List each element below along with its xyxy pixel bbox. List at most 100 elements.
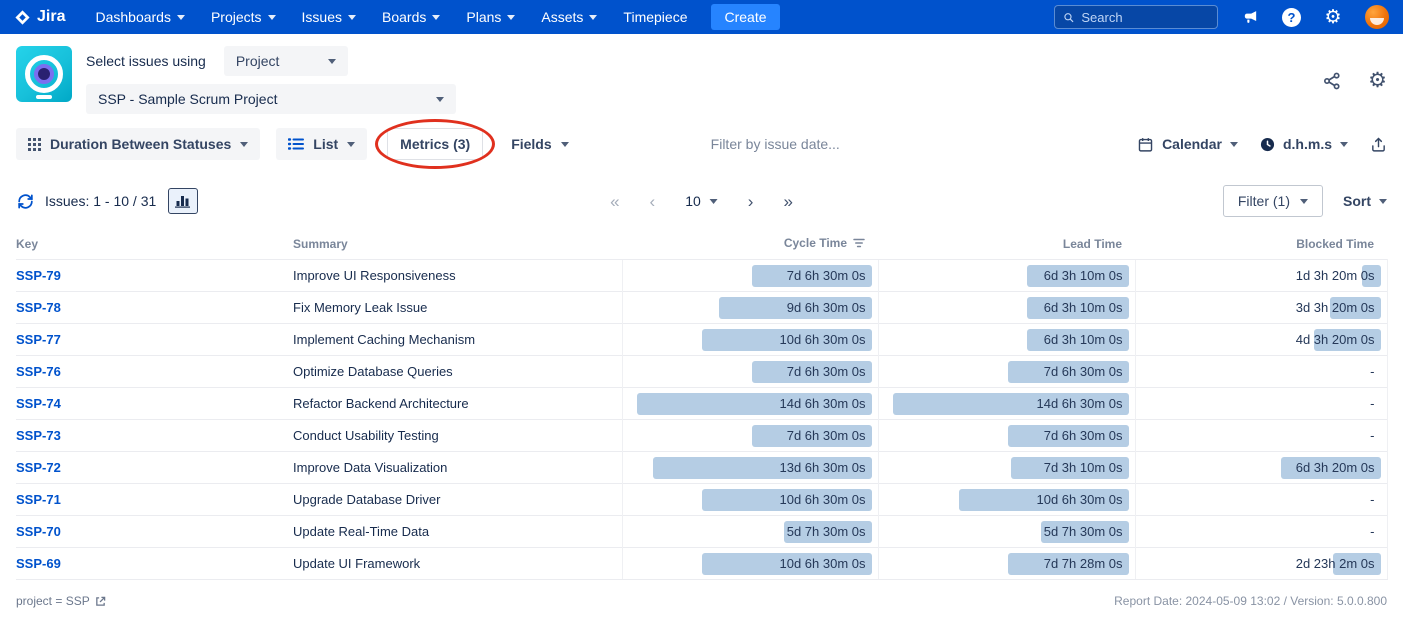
column-header-lead-time[interactable]: Lead Time [878,230,1135,260]
issue-key-link[interactable]: SSP-77 [16,332,61,347]
report-type-label: Duration Between Statuses [50,136,231,152]
view-list-button[interactable]: List [276,128,367,160]
export-icon [1370,136,1387,153]
external-link-icon [95,596,106,607]
nav-item-plans[interactable]: Plans [466,9,515,25]
duration-value: 6d 3h 10m 0s [1044,268,1123,283]
key-cell: SSP-73 [16,420,293,452]
metrics-label: Metrics (3) [400,136,470,152]
issues-count-label: Issues: 1 - 10 / 31 [45,193,156,209]
chevron-down-icon [1379,199,1387,204]
lead-time-cell: 10d 6h 30m 0s [878,484,1135,516]
issue-source-select[interactable]: Project [224,46,348,76]
duration-value: 10d 6h 30m 0s [779,492,865,507]
chart-view-button[interactable] [168,188,198,214]
blocked-time-cell: - [1135,516,1387,548]
announcements-icon[interactable] [1238,5,1262,29]
issues-table: Key Summary Cycle Time Lead Time Blocked… [16,230,1388,580]
issue-key-link[interactable]: SSP-70 [16,524,61,539]
table-row: SSP-74 Refactor Backend Architecture 14d 6… [16,388,1387,420]
export-button[interactable] [1370,136,1387,153]
chevron-down-icon [240,142,248,147]
duration-value: 14d 6h 30m 0s [779,396,865,411]
issue-key-link[interactable]: SSP-73 [16,428,61,443]
summary-cell: Update UI Framework [293,548,622,580]
help-icon[interactable]: ? [1282,8,1301,27]
fields-button[interactable]: Fields [499,128,580,160]
issue-key-link[interactable]: SSP-74 [16,396,61,411]
refresh-button[interactable] [16,192,35,211]
issue-key-link[interactable]: SSP-69 [16,556,61,571]
blocked-time-cell: 1d 3h 20m 0s [1135,260,1387,292]
filter-button[interactable]: Filter (1) [1223,185,1323,217]
nav-item-label: Plans [466,9,501,25]
calendar-button[interactable]: Calendar [1137,136,1238,153]
pagination-last-button[interactable]: » [783,193,792,210]
table-row: SSP-78Fix Memory Leak Issue9d 6h 30m 0s6… [16,292,1387,324]
pagination-first-button[interactable]: « [610,193,619,210]
nav-item-timepiece[interactable]: Timepiece [623,9,687,25]
lead-time-cell: 6d 3h 10m 0s [878,292,1135,324]
lead-time-cell: 6d 3h 10m 0s [878,324,1135,356]
search-box[interactable] [1054,5,1218,29]
settings-icon[interactable]: ⚙ [1321,5,1345,29]
duration-value: 10d 6h 30m 0s [779,556,865,571]
duration-value: - [1370,492,1374,507]
column-header-blocked-time[interactable]: Blocked Time [1135,230,1387,260]
project-select[interactable]: SSP - Sample Scrum Project [86,84,456,114]
avatar[interactable] [1365,5,1389,29]
refresh-icon [16,192,35,211]
sort-button[interactable]: Sort [1343,193,1387,209]
nav-item-boards[interactable]: Boards [382,9,440,25]
report-type-button[interactable]: Duration Between Statuses [16,128,260,160]
duration-value: - [1370,364,1374,379]
duration-value: - [1370,524,1374,539]
issue-source-fields: Select issues using Project SSP - Sample… [86,46,456,114]
issue-date-filter-input[interactable] [711,136,921,152]
duration-value: 10d 6h 30m 0s [779,332,865,347]
jira-home-link[interactable]: Jira [14,8,65,26]
pagination-next-button[interactable]: › [748,193,754,210]
column-header-cycle-time[interactable]: Cycle Time [622,230,878,260]
summary-cell: Optimize Database Queries [293,356,622,388]
nav-item-assets[interactable]: Assets [541,9,597,25]
chevron-down-icon [1230,142,1238,147]
issues-table-body: SSP-79Improve UI Responsiveness7d 6h 30m… [16,260,1387,580]
duration-value: 14d 6h 30m 0s [1036,396,1122,411]
report-header: Select issues using Project SSP - Sample… [0,34,1403,114]
duration-value: 6d 3h 10m 0s [1044,300,1123,315]
nav-item-dashboards[interactable]: Dashboards [95,9,185,25]
pagination-prev-button[interactable]: ‹ [650,193,656,210]
issue-key-link[interactable]: SSP-76 [16,364,61,379]
search-input[interactable] [1081,10,1209,25]
table-header-row: Key Summary Cycle Time Lead Time Blocked… [16,230,1387,260]
duration-value: 4d 3h 20m 0s [1296,332,1375,347]
time-format-label: d.h.m.s [1283,136,1332,152]
column-header-summary[interactable]: Summary [293,230,622,260]
nav-item-label: Projects [211,9,262,25]
issue-key-link[interactable]: SSP-72 [16,460,61,475]
duration-value: 7d 6h 30m 0s [787,364,866,379]
summary-cell: Refactor Backend Architecture [293,388,622,420]
cycle-time-cell: 5d 7h 30m 0s [622,516,878,548]
duration-value: 7d 3h 10m 0s [1044,460,1123,475]
footer-query-link[interactable]: project = SSP [16,594,106,608]
time-format-button[interactable]: d.h.m.s [1260,136,1348,152]
nav-item-issues[interactable]: Issues [302,9,356,25]
issue-key-link[interactable]: SSP-78 [16,300,61,315]
chevron-down-icon [268,15,276,20]
list-icon [288,138,304,150]
metrics-button[interactable]: Metrics (3) [387,128,483,160]
summary-cell: Fix Memory Leak Issue [293,292,622,324]
column-header-key[interactable]: Key [16,230,293,260]
share-icon[interactable] [1322,71,1342,91]
blocked-time-cell: 3d 3h 20m 0s [1135,292,1387,324]
report-settings-icon[interactable]: ⚙ [1368,70,1387,91]
issue-key-link[interactable]: SSP-71 [16,492,61,507]
create-button[interactable]: Create [711,4,779,30]
issue-key-link[interactable]: SSP-79 [16,268,61,283]
header-actions: ⚙ [1322,70,1387,91]
nav-item-projects[interactable]: Projects [211,9,276,25]
page-size-select[interactable]: 10 [685,193,718,209]
filter-icon[interactable] [853,237,865,251]
